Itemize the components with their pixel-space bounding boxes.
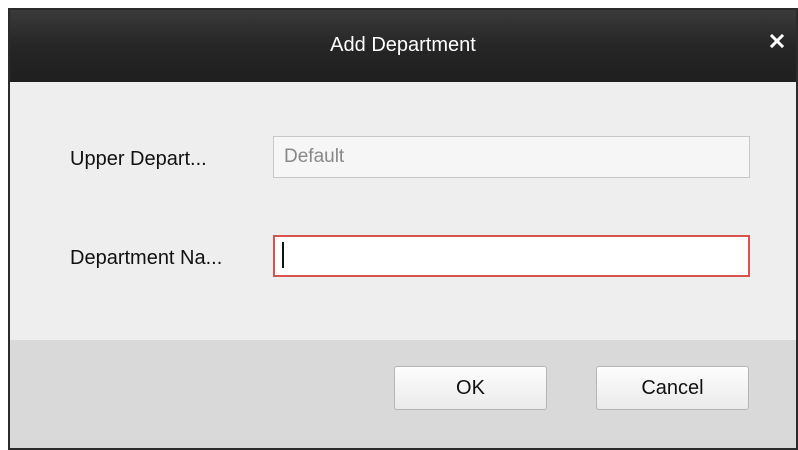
dialog-body: Upper Depart... Department Na... [10,82,796,340]
upper-department-label: Upper Depart... [70,148,207,170]
close-icon[interactable] [764,28,790,54]
dialog-footer: OK Cancel [10,340,796,448]
dialog-title-bar[interactable]: Add Department [10,10,796,82]
ok-button[interactable]: OK [394,366,547,410]
dialog-title: Add Department [330,34,476,56]
department-name-input[interactable] [273,235,750,277]
department-name-label: Department Na... [70,247,223,269]
add-department-dialog: Add Department Upper Depart... Departmen… [8,8,798,450]
upper-department-field [273,136,750,178]
text-cursor [282,242,284,268]
cancel-button[interactable]: Cancel [596,366,749,410]
